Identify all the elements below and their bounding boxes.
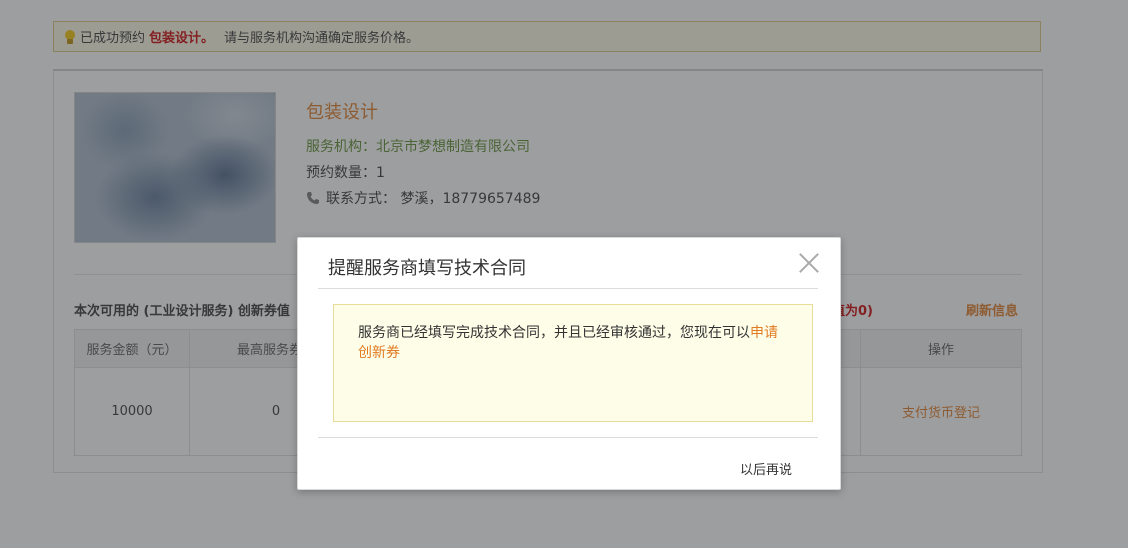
dialog-footer-divider <box>318 437 818 438</box>
dialog-message-text: 服务商已经填写完成技术合同，并且已经审核通过，您现在可以 <box>358 325 750 341</box>
reminder-dialog: 提醒服务商填写技术合同 服务商已经填写完成技术合同，并且已经审核通过，您现在可以… <box>297 237 841 490</box>
dialog-title: 提醒服务商填写技术合同 <box>328 258 526 279</box>
dialog-header-divider <box>318 288 818 289</box>
dialog-message-box: 服务商已经填写完成技术合同，并且已经审核通过，您现在可以申请创新券 <box>333 304 813 422</box>
later-button[interactable]: 以后再说 <box>740 459 792 478</box>
close-icon[interactable] <box>798 252 820 274</box>
